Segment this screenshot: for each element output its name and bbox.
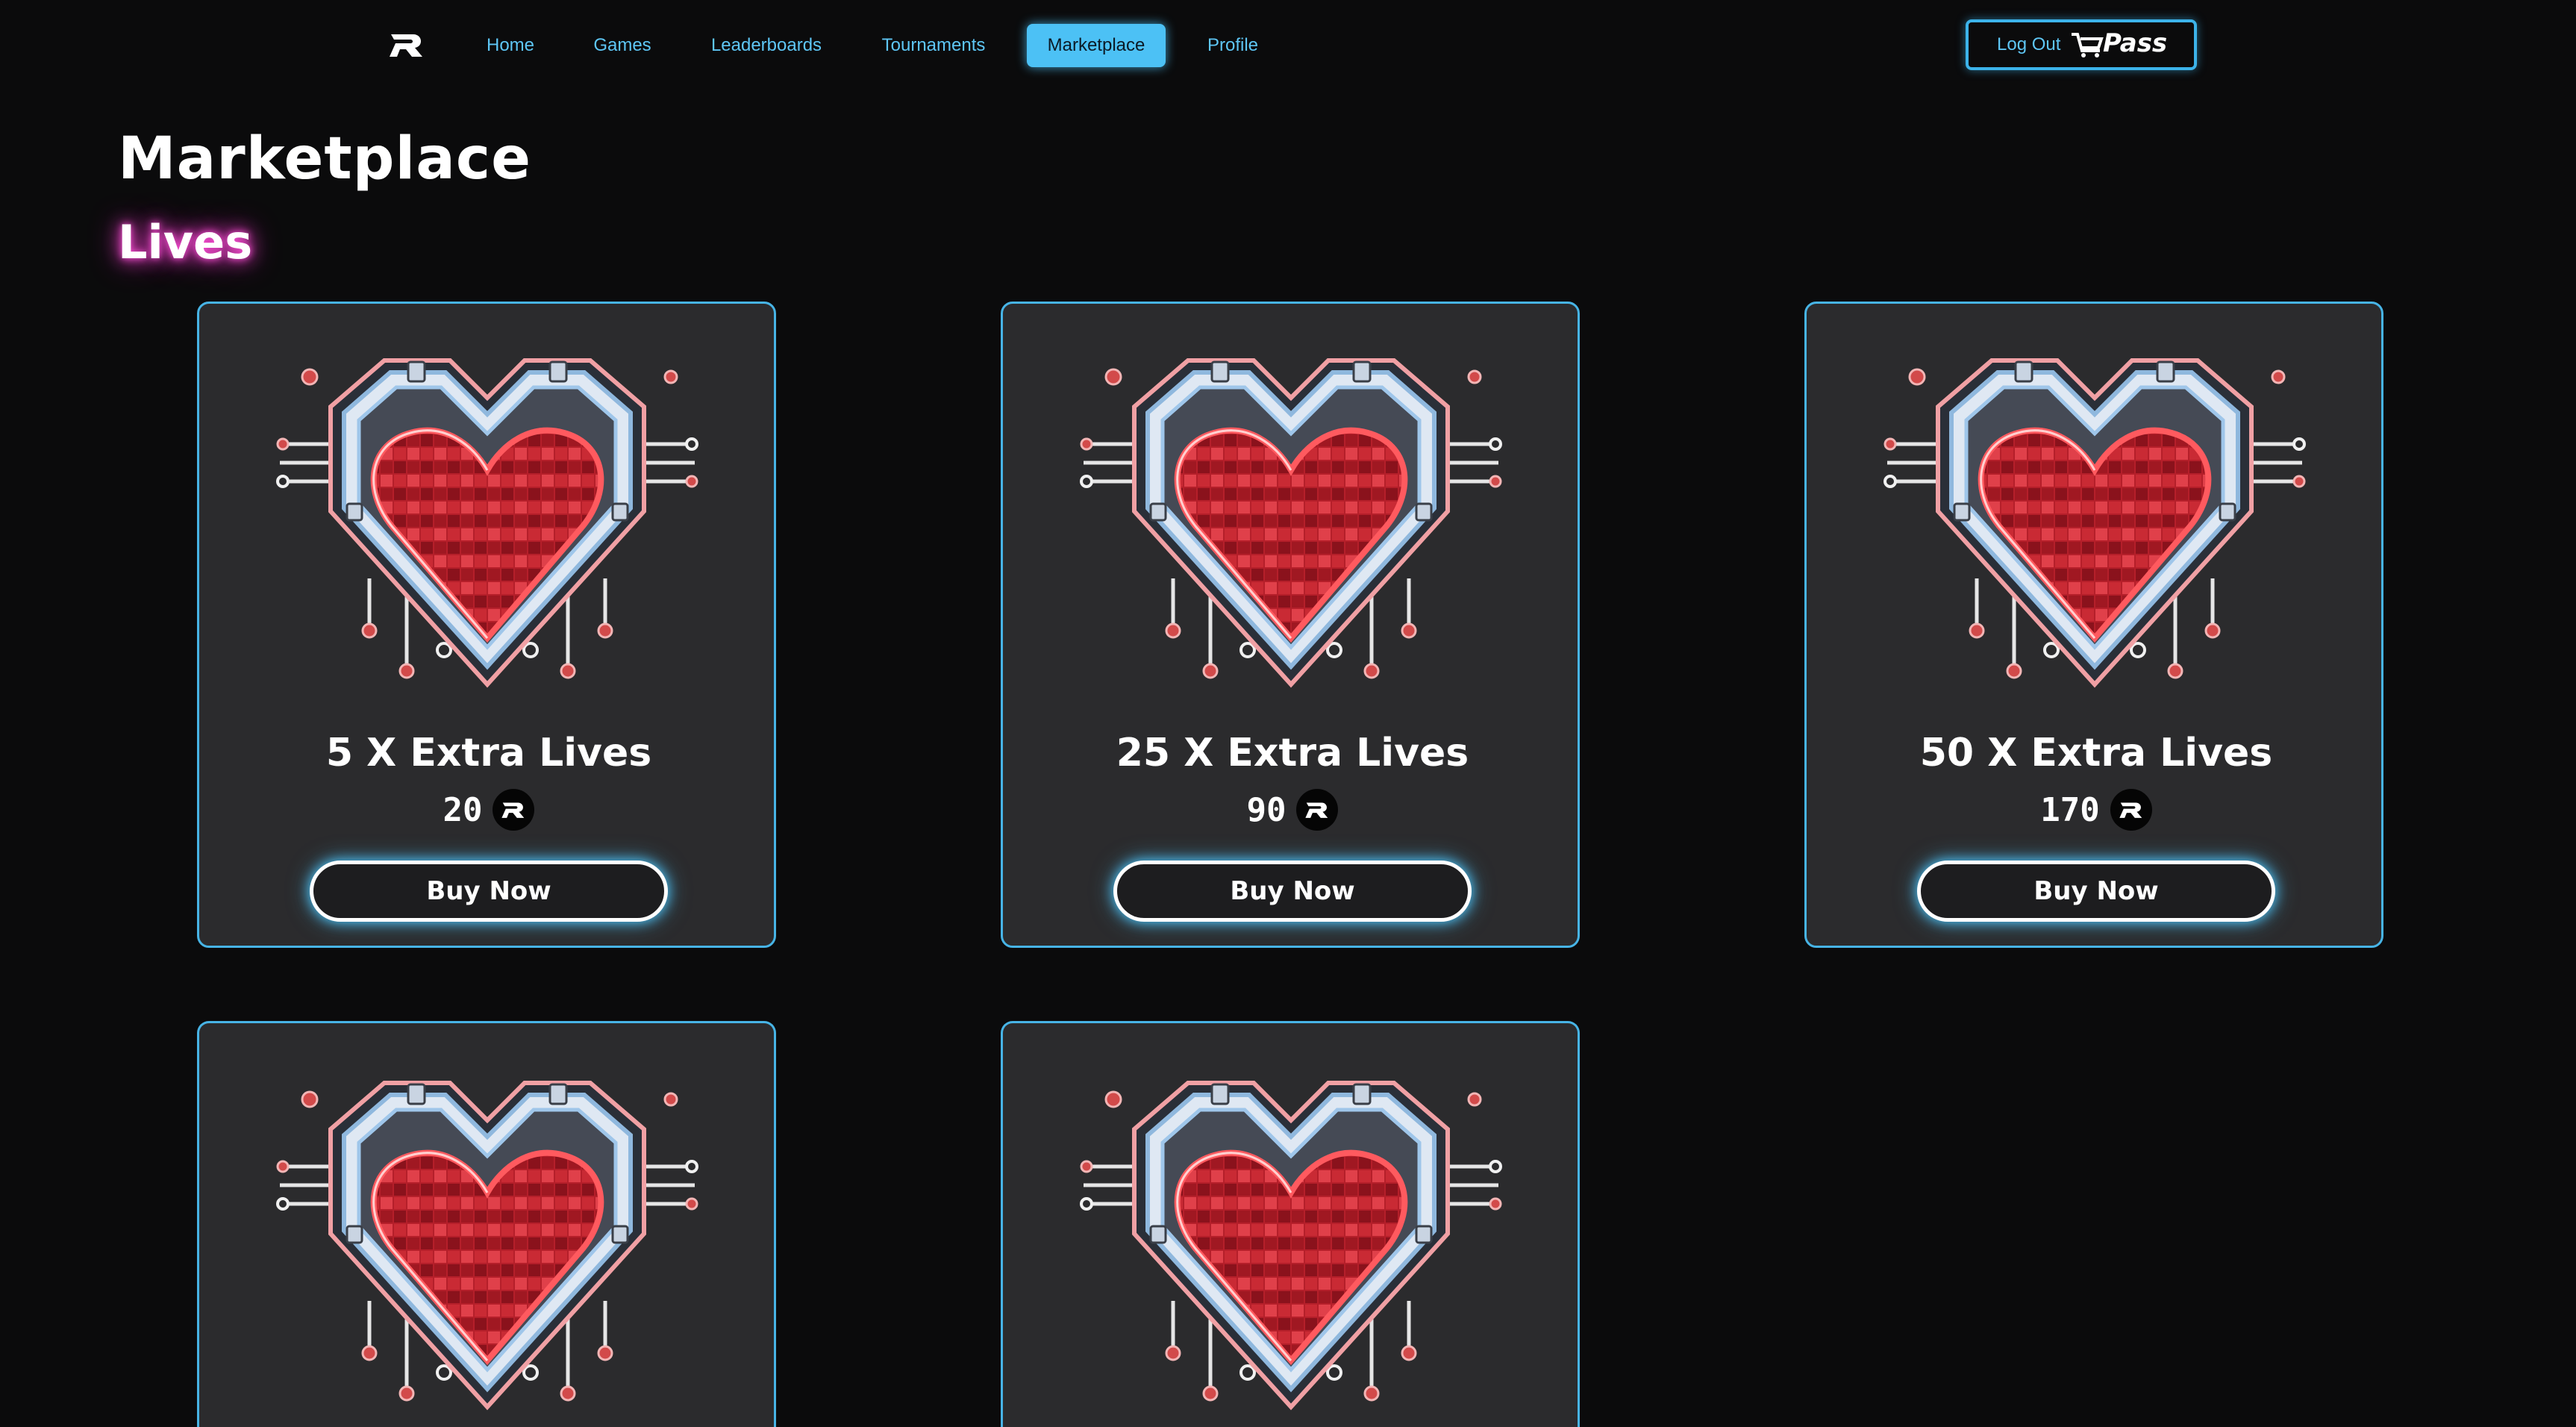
- product-card: 25 X Extra Lives 90 Buy Now: [1001, 302, 1580, 948]
- pixel-heart-icon: [1076, 340, 1506, 692]
- nav-games[interactable]: Games: [579, 24, 666, 67]
- product-price: 90: [1246, 790, 1287, 829]
- buy-now-button[interactable]: Buy Now: [1113, 861, 1472, 922]
- page-title: Marketplace: [118, 125, 532, 193]
- product-card: 50 X Extra Lives 170 Buy Now: [1804, 302, 2383, 948]
- price-row: 170: [1807, 789, 2381, 831]
- logout-label: Log Out: [1997, 34, 2061, 54]
- nav-leaderboards[interactable]: Leaderboards: [701, 24, 831, 67]
- nav-home[interactable]: Home: [472, 24, 549, 67]
- nav-tournaments[interactable]: Tournaments: [873, 24, 994, 67]
- price-row: 20: [199, 789, 774, 831]
- cart-icon: [2072, 33, 2104, 57]
- price-row: 90: [1003, 789, 1578, 831]
- pixel-heart-icon: [1076, 1062, 1506, 1414]
- logout-button[interactable]: Log Out Pass: [1966, 19, 2197, 70]
- brand-logo-icon[interactable]: [388, 30, 425, 60]
- section-title-lives: Lives: [118, 215, 253, 269]
- product-price: 20: [443, 790, 483, 829]
- pixel-heart-icon: [1880, 340, 2310, 692]
- buy-now-button[interactable]: Buy Now: [1917, 861, 2275, 922]
- buy-now-button[interactable]: Buy Now: [310, 861, 668, 922]
- product-card: [1001, 1021, 1580, 1427]
- coin-icon: [493, 789, 535, 831]
- product-price: 170: [2040, 790, 2100, 829]
- nav-marketplace[interactable]: Marketplace: [1027, 24, 1166, 67]
- product-card: 5 X Extra Lives 20 Buy Now: [197, 302, 776, 948]
- coin-icon: [1296, 789, 1339, 831]
- product-title: 25 X Extra Lives: [1116, 731, 1469, 775]
- coin-icon: [2110, 789, 2152, 831]
- nav-profile[interactable]: Profile: [1198, 24, 1267, 67]
- product-card: [197, 1021, 776, 1427]
- pass-label: Pass: [2103, 28, 2168, 58]
- pixel-heart-icon: [272, 340, 702, 692]
- top-nav: Home Games Leaderboards Tournaments Mark…: [0, 0, 2576, 90]
- product-title: 5 X Extra Lives: [325, 731, 652, 775]
- product-title: 50 X Extra Lives: [1919, 731, 2273, 775]
- pixel-heart-icon: [272, 1062, 702, 1414]
